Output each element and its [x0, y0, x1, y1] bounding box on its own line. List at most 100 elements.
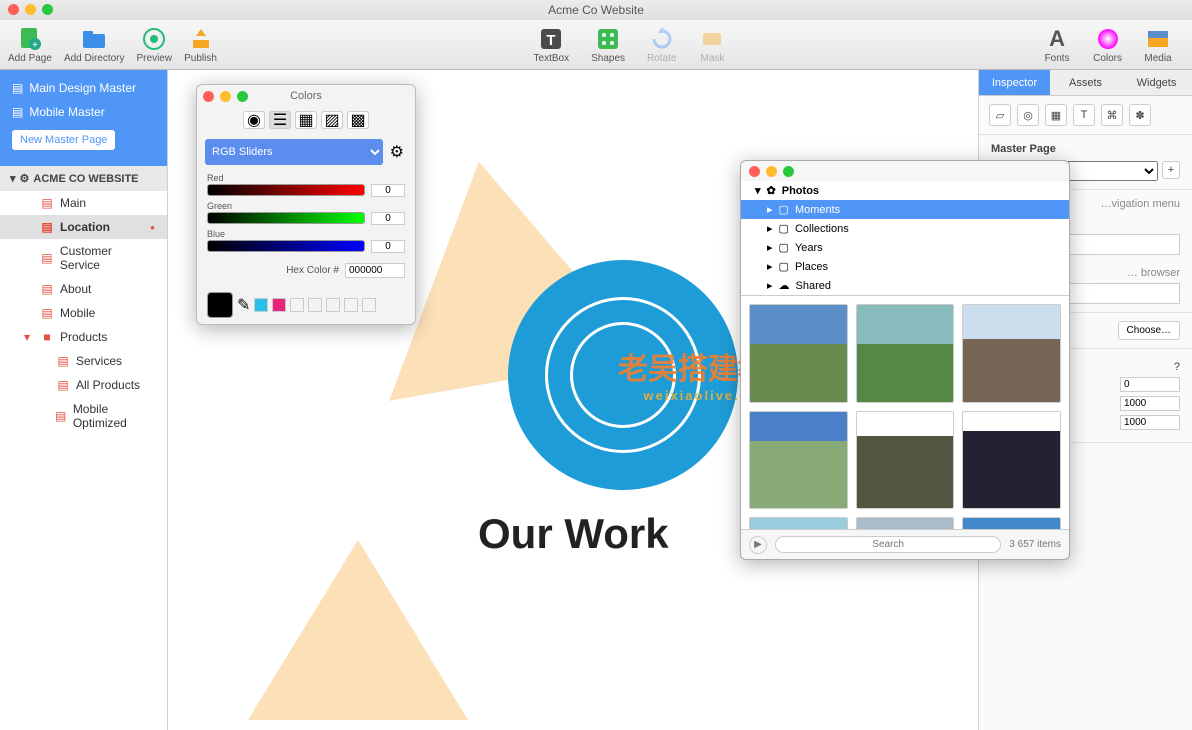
- colors-panel-titlebar[interactable]: Colors: [197, 85, 415, 107]
- master-item[interactable]: ▤Main Design Master: [0, 76, 167, 100]
- swatch-row: ✎: [197, 286, 415, 324]
- color-slider[interactable]: [207, 184, 365, 196]
- photo-thumbnail[interactable]: [856, 517, 955, 529]
- color-slider[interactable]: [207, 240, 365, 252]
- photo-thumbnail[interactable]: [749, 517, 848, 529]
- link-mode-icon[interactable]: ⌘: [1101, 104, 1123, 126]
- colors-button[interactable]: Colors: [1093, 25, 1122, 64]
- photo-thumbnail[interactable]: [749, 304, 848, 403]
- help-icon[interactable]: ?: [1174, 361, 1180, 373]
- photos-search-input[interactable]: [775, 536, 1001, 553]
- page-item[interactable]: ▤Location: [0, 215, 167, 239]
- close-icon[interactable]: [749, 166, 760, 177]
- fonts-button[interactable]: AFonts: [1043, 25, 1071, 64]
- page-item[interactable]: ▤Main: [0, 191, 167, 215]
- text-mode-icon[interactable]: T: [1073, 104, 1095, 126]
- geometry-mode-icon[interactable]: ◎: [1017, 104, 1039, 126]
- content-height-input[interactable]: [1120, 415, 1180, 430]
- sliders-mode-icon[interactable]: ☰: [269, 111, 291, 129]
- eyedropper-icon[interactable]: ✎: [237, 295, 250, 315]
- slider-value-input[interactable]: [371, 212, 405, 225]
- close-icon[interactable]: [8, 4, 19, 15]
- photos-tree-item[interactable]: ▸▢Places: [741, 257, 1069, 276]
- photo-thumbnail[interactable]: [856, 411, 955, 510]
- zoom-icon[interactable]: [237, 91, 248, 102]
- window-traffic-lights[interactable]: [8, 4, 53, 15]
- masters-section: ▤Main Design Master ▤Mobile Master New M…: [0, 70, 167, 166]
- spectrum-mode-icon[interactable]: ▨: [321, 111, 343, 129]
- empty-swatch[interactable]: [308, 298, 322, 312]
- recent-swatch[interactable]: [272, 298, 286, 312]
- minimize-icon[interactable]: [766, 166, 777, 177]
- photos-root[interactable]: ▾✿Photos: [741, 181, 1069, 200]
- shapes-button[interactable]: Shapes: [591, 25, 625, 64]
- add-master-button[interactable]: +: [1162, 161, 1180, 179]
- minimize-icon[interactable]: [25, 4, 36, 15]
- circle-logo-shape[interactable]: [508, 260, 738, 490]
- photos-tree-item[interactable]: ▸▢Years: [741, 238, 1069, 257]
- empty-swatch[interactable]: [326, 298, 340, 312]
- photos-tree-item[interactable]: ▸▢Moments: [741, 200, 1069, 219]
- site-header[interactable]: ▾⚙ACME CO WEBSITE: [0, 166, 167, 191]
- tab-assets[interactable]: Assets: [1050, 70, 1121, 95]
- zoom-icon[interactable]: [42, 4, 53, 15]
- play-slideshow-icon[interactable]: ▶: [749, 536, 767, 554]
- palette-mode-icon[interactable]: ▦: [295, 111, 317, 129]
- add-directory-button[interactable]: Add Directory: [64, 25, 125, 64]
- page-icon: ▤: [12, 105, 23, 119]
- content-width-input[interactable]: [1120, 396, 1180, 411]
- empty-swatch[interactable]: [290, 298, 304, 312]
- add-page-button[interactable]: +Add Page: [8, 25, 52, 64]
- tab-inspector[interactable]: Inspector: [979, 70, 1050, 95]
- colors-panel[interactable]: Colors ◉ ☰ ▦ ▨ ▩ RGB Sliders ⚙ RedGreenB…: [196, 84, 416, 325]
- photo-thumbnail[interactable]: [749, 411, 848, 510]
- layout-value-input[interactable]: [1120, 377, 1180, 392]
- slider-value-input[interactable]: [371, 184, 405, 197]
- media-button[interactable]: Media: [1144, 25, 1172, 64]
- slider-type-select[interactable]: RGB Sliders: [205, 139, 383, 165]
- photos-tree-item[interactable]: ▸☁Shared: [741, 276, 1069, 295]
- gear-icon[interactable]: ⚙: [387, 139, 407, 165]
- page-item[interactable]: ▤Customer Service: [0, 239, 167, 277]
- empty-swatch[interactable]: [344, 298, 358, 312]
- textbox-button[interactable]: TTextBox: [534, 25, 570, 64]
- new-master-button[interactable]: New Master Page: [12, 130, 115, 150]
- metrics-mode-icon[interactable]: ▦: [1045, 104, 1067, 126]
- settings-mode-icon[interactable]: ✽: [1129, 104, 1151, 126]
- mask-button[interactable]: Mask: [698, 25, 726, 64]
- color-slider[interactable]: [207, 212, 365, 224]
- crayons-mode-icon[interactable]: ▩: [347, 111, 369, 129]
- wheel-mode-icon[interactable]: ◉: [243, 111, 265, 129]
- master-item[interactable]: ▤Mobile Master: [0, 100, 167, 124]
- window-titlebar: Acme Co Website: [0, 0, 1192, 20]
- photos-tree-item[interactable]: ▸▢Collections: [741, 219, 1069, 238]
- hex-input[interactable]: [345, 263, 405, 278]
- photos-panel[interactable]: ▾✿Photos ▸▢Moments ▸▢Collections ▸▢Years…: [740, 160, 1070, 560]
- slider-label: Blue: [207, 229, 405, 239]
- photo-thumbnail[interactable]: [962, 517, 1061, 529]
- recent-swatch[interactable]: [254, 298, 268, 312]
- choose-button[interactable]: Choose…: [1118, 321, 1180, 340]
- current-color-swatch[interactable]: [207, 292, 233, 318]
- page-item[interactable]: ▤Services: [0, 349, 167, 373]
- slider-value-input[interactable]: [371, 240, 405, 253]
- page-item[interactable]: ▤About: [0, 277, 167, 301]
- empty-swatch[interactable]: [362, 298, 376, 312]
- minimize-icon[interactable]: [220, 91, 231, 102]
- page-item[interactable]: ▤All Products: [0, 373, 167, 397]
- page-item[interactable]: ▾■Products: [0, 325, 167, 349]
- publish-button[interactable]: Publish: [184, 25, 217, 64]
- rotate-button[interactable]: Rotate: [647, 25, 676, 64]
- heading-text[interactable]: Our Work: [478, 510, 669, 558]
- close-icon[interactable]: [203, 91, 214, 102]
- photo-thumbnail[interactable]: [962, 304, 1061, 403]
- triangle-shape[interactable]: [248, 540, 468, 720]
- page-mode-icon[interactable]: ▱: [989, 104, 1011, 126]
- page-item[interactable]: ▤Mobile Optimized: [0, 397, 167, 435]
- preview-button[interactable]: Preview: [137, 25, 173, 64]
- zoom-icon[interactable]: [783, 166, 794, 177]
- photo-thumbnail[interactable]: [856, 304, 955, 403]
- page-item[interactable]: ▤Mobile: [0, 301, 167, 325]
- tab-widgets[interactable]: Widgets: [1121, 70, 1192, 95]
- photo-thumbnail[interactable]: [962, 411, 1061, 510]
